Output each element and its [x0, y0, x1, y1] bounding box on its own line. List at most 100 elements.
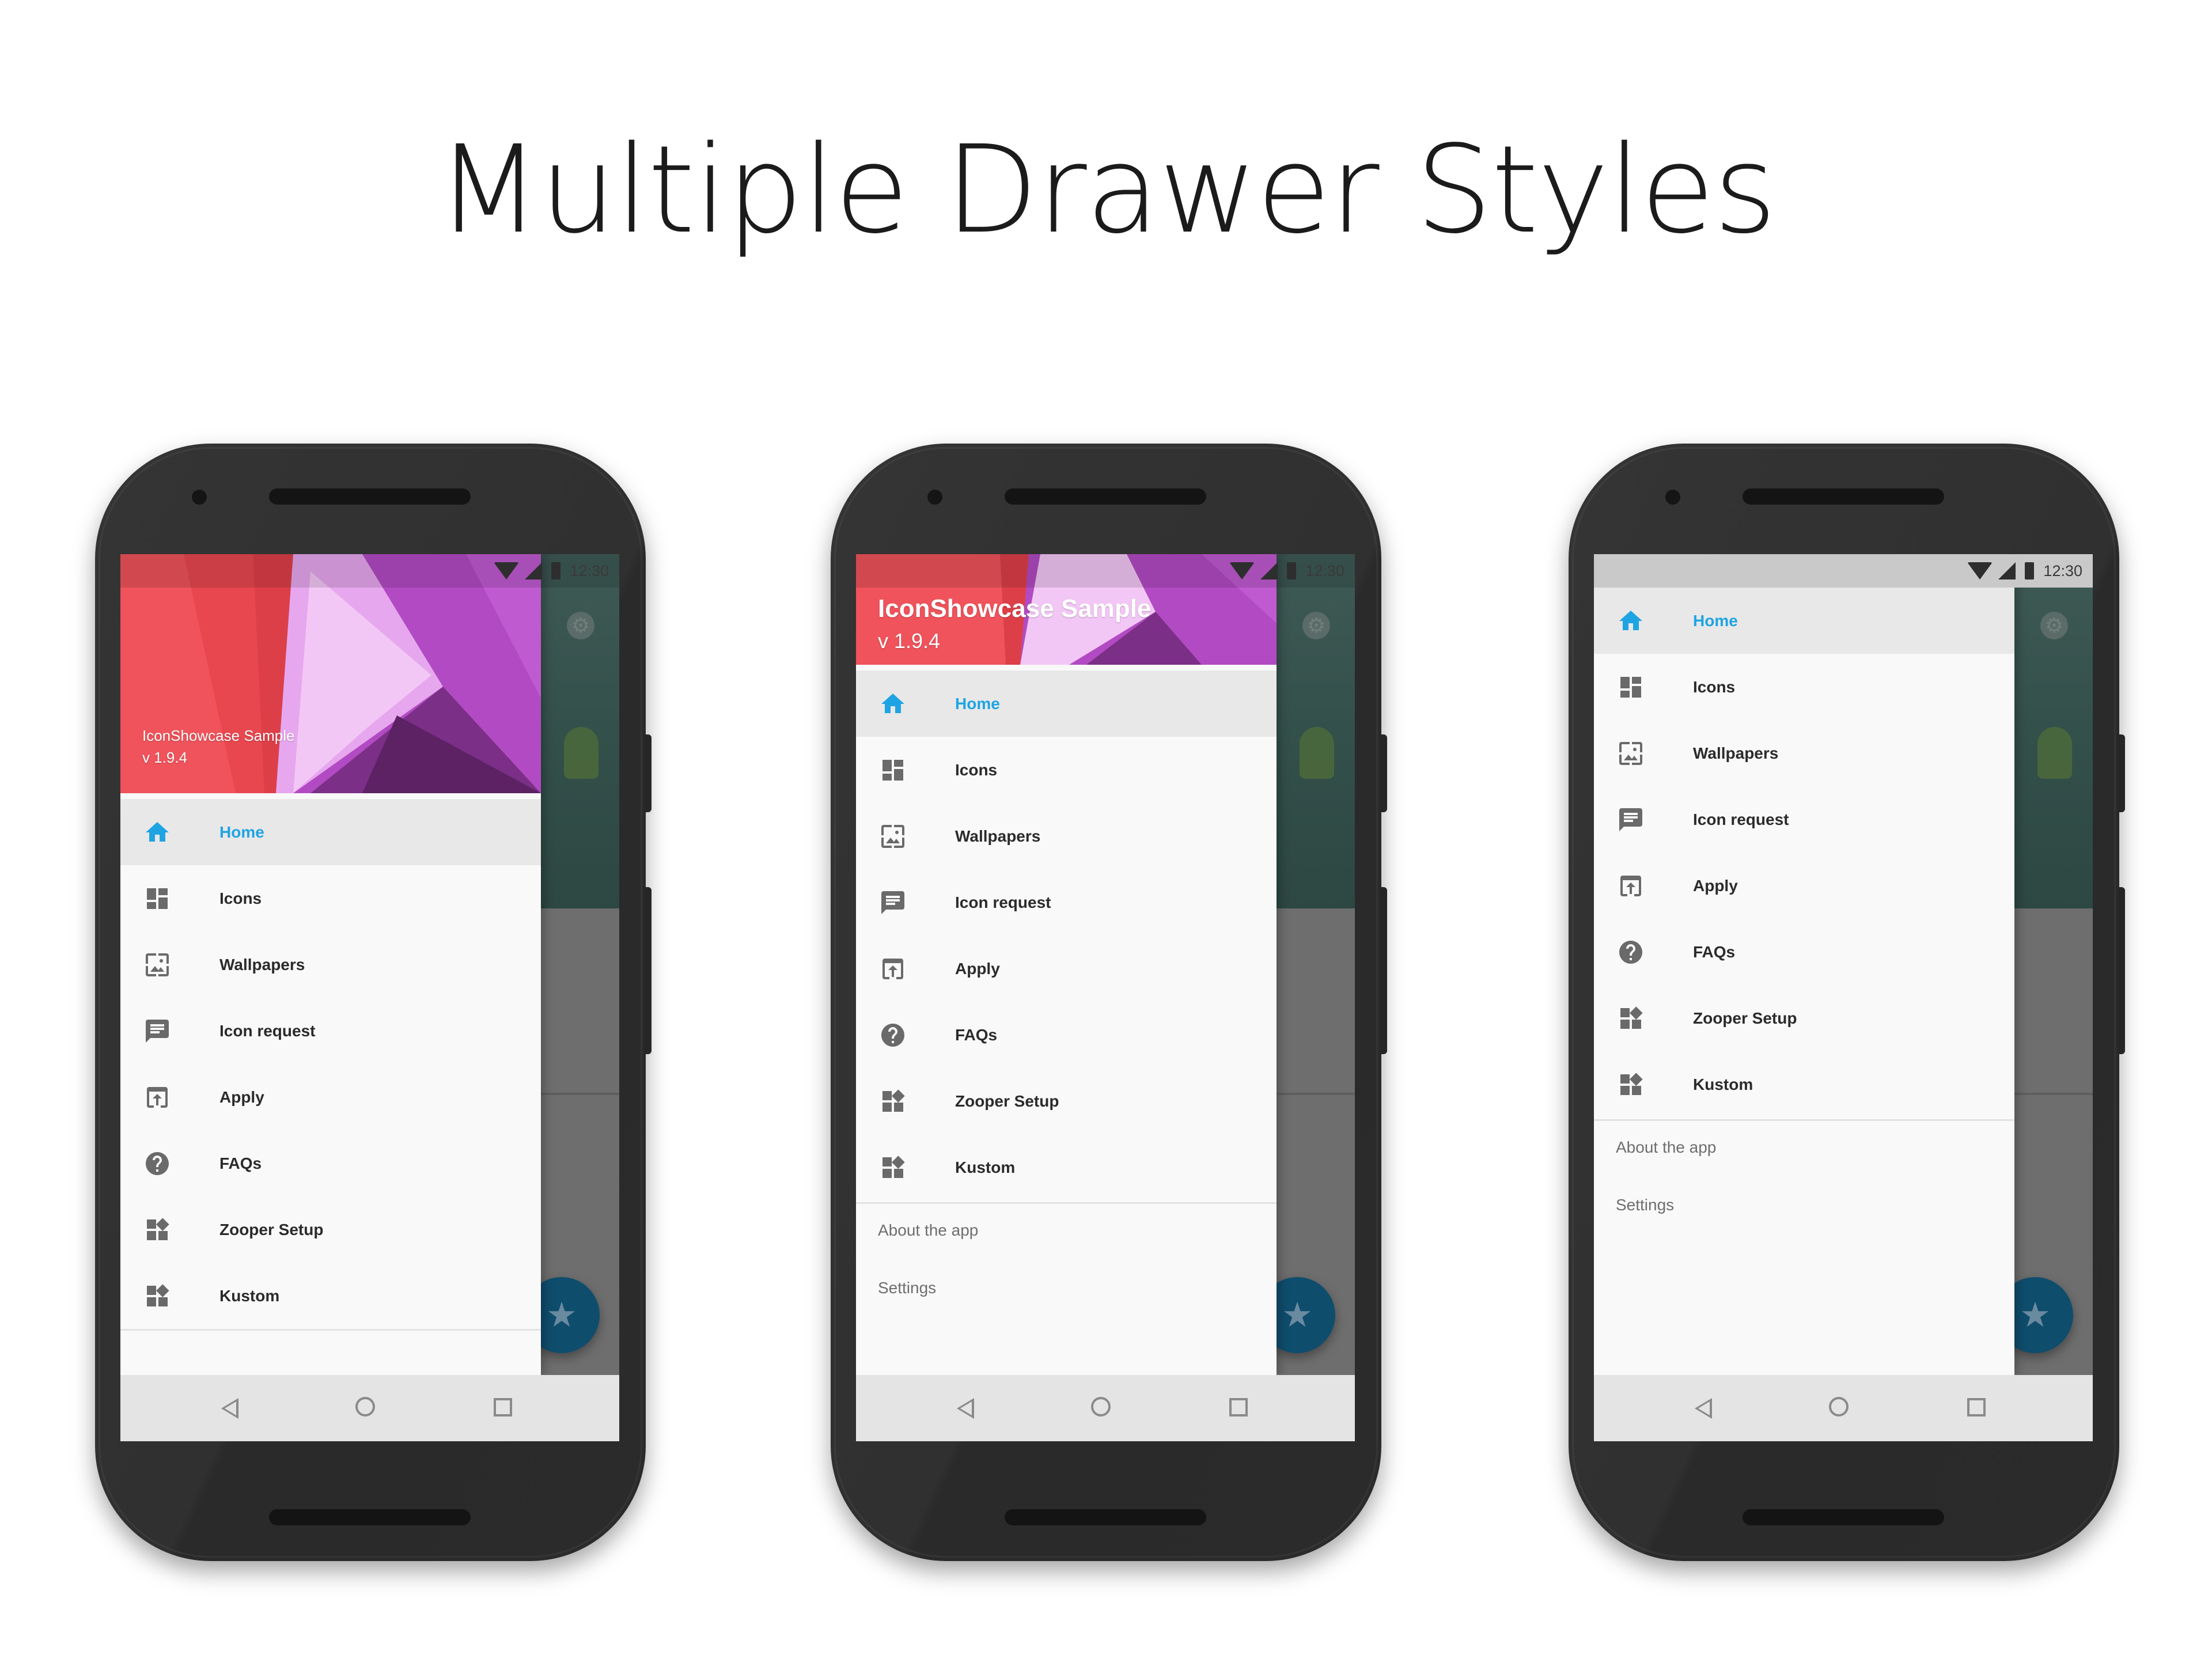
- settings-icon[interactable]: ⚙: [1302, 612, 1330, 639]
- menu-item-kustom[interactable]: Kustom: [1594, 1051, 2014, 1118]
- home-circle-icon[interactable]: [355, 1397, 375, 1416]
- power-button: [645, 734, 652, 812]
- status-clock: 12:30: [2043, 562, 2082, 579]
- menu-label-about: About the app: [878, 1221, 979, 1239]
- wallpaper-icon: [1619, 742, 1642, 765]
- menu-label-faqs: FAQs: [955, 1025, 998, 1044]
- comment-icon: [1619, 808, 1642, 831]
- menu-item-about[interactable]: About the app: [1594, 1121, 2014, 1179]
- menu-item-zooper-setup[interactable]: Zooper Setup: [1594, 985, 2014, 1051]
- home-circle-icon[interactable]: [1829, 1397, 1849, 1416]
- status-clock: 12:30: [570, 562, 609, 579]
- app-version: v 1.9.4: [142, 749, 188, 766]
- back-icon[interactable]: [1695, 1398, 1712, 1419]
- menu-label-icons: Icons: [219, 889, 262, 907]
- menu-item-faqs[interactable]: FAQs: [1594, 919, 2014, 985]
- menu-divider: [120, 1329, 541, 1331]
- menu-item-icon-request[interactable]: Icon request: [1594, 786, 2014, 853]
- menu-label-settings: Settings: [1616, 1196, 1675, 1214]
- menu-label-home: Home: [219, 823, 264, 841]
- menu-item-wallpapers[interactable]: Wallpapers: [1594, 720, 2014, 786]
- back-icon[interactable]: [221, 1398, 238, 1419]
- widgets-icon: [1620, 1073, 1643, 1095]
- comment-icon: [881, 891, 904, 914]
- settings-icon[interactable]: ⚙: [567, 612, 594, 639]
- app-name: IconShowcase Sample: [142, 727, 295, 744]
- menu-label-apply: Apply: [1693, 876, 1738, 895]
- menu-label-icons: Icons: [955, 760, 998, 779]
- recents-icon[interactable]: [1229, 1398, 1248, 1416]
- menu-item-apply[interactable]: Apply: [1594, 853, 2014, 919]
- recents-icon[interactable]: [494, 1398, 512, 1416]
- menu-item-icons[interactable]: Icons: [856, 737, 1277, 803]
- menu-item-apply[interactable]: Apply: [856, 935, 1277, 1002]
- bottom-speaker: [1743, 1509, 1944, 1525]
- bottom-speaker: [269, 1509, 471, 1525]
- widgets-icon: [1620, 1006, 1643, 1029]
- menu-item-icon-request[interactable]: Icon request: [120, 998, 541, 1064]
- menu-item-home[interactable]: Home: [856, 671, 1277, 737]
- widgets-icon: [147, 1284, 169, 1306]
- menu-item-wallpapers[interactable]: Wallpapers: [856, 803, 1277, 869]
- menu-item-home[interactable]: Home: [120, 799, 541, 865]
- menu-label-wallpapers: Wallpapers: [1693, 744, 1779, 762]
- promo-page: Multiple Drawer Styles ⚙ ★ 12:30 IconSho…: [0, 0, 2212, 1659]
- menu-item-icons[interactable]: Icons: [120, 865, 541, 931]
- phone-large-header: ⚙ ★ 12:30 IconShowcase Sample v 1.9.4 Ho…: [95, 444, 652, 1561]
- menu-label-kustom: Kustom: [1693, 1075, 1753, 1093]
- widgets-icon: [882, 1089, 905, 1112]
- menu-item-apply[interactable]: Apply: [120, 1064, 541, 1130]
- menu-label-apply: Apply: [955, 959, 1000, 978]
- wallpaper-icon: [881, 825, 904, 848]
- back-icon[interactable]: [957, 1398, 974, 1419]
- phone-compact-header: ⚙ ★ 12:30 IconShowcase Sample v 1.9.4 Ho…: [831, 444, 1387, 1561]
- menu-item-icons[interactable]: Icons: [1594, 654, 2014, 720]
- menu-item-faqs[interactable]: FAQs: [120, 1130, 541, 1196]
- navigation-drawer[interactable]: Home Icons Wallpapers Icon request Apply…: [1594, 554, 2014, 1375]
- apply-icon: [1620, 876, 1641, 896]
- android-icon: [1300, 727, 1334, 779]
- menu-label-faqs: FAQs: [219, 1154, 262, 1172]
- menu-item-home[interactable]: Home: [1594, 588, 2014, 654]
- android-icon: [564, 727, 599, 779]
- front-camera: [927, 490, 942, 505]
- status-clock: 12:30: [1305, 562, 1344, 579]
- help-icon: [1619, 941, 1642, 964]
- menu-label-zooper-setup: Zooper Setup: [219, 1220, 324, 1238]
- top-speaker: [1743, 488, 1944, 505]
- menu-item-kustom[interactable]: Kustom: [856, 1134, 1277, 1200]
- menu-item-faqs[interactable]: FAQs: [856, 1002, 1277, 1068]
- help-icon: [146, 1152, 169, 1175]
- drawer-header: IconShowcase Sample v 1.9.4: [120, 554, 541, 793]
- phone-no-header: ⚙ ★ 12:30 Home Icons Wallpapers Icon req…: [1569, 444, 2125, 1561]
- menu-label-home: Home: [1693, 611, 1738, 630]
- navigation-drawer[interactable]: IconShowcase Sample v 1.9.4 Home Icons W…: [856, 554, 1277, 1375]
- top-speaker: [1005, 488, 1206, 505]
- menu-item-about[interactable]: About the app: [856, 1204, 1277, 1262]
- settings-icon[interactable]: ⚙: [2040, 612, 2068, 639]
- status-bar: 12:30: [856, 554, 1355, 588]
- menu-label-about: About the app: [1616, 1138, 1717, 1156]
- menu-label-icon-request: Icon request: [955, 893, 1051, 911]
- home-icon: [881, 694, 904, 713]
- comment-icon: [146, 1020, 169, 1043]
- recents-icon[interactable]: [1967, 1398, 1986, 1416]
- menu-item-zooper-setup[interactable]: Zooper Setup: [120, 1196, 541, 1263]
- navigation-drawer[interactable]: IconShowcase Sample v 1.9.4 Home Icons W…: [120, 554, 541, 1375]
- menu-item-settings[interactable]: Settings: [856, 1262, 1277, 1319]
- signal-icon: [1260, 562, 1278, 579]
- signal-icon: [1998, 562, 2016, 579]
- menu-item-wallpapers[interactable]: Wallpapers: [120, 931, 541, 998]
- navigation-bar: [856, 1375, 1355, 1441]
- menu-item-icon-request[interactable]: Icon request: [856, 869, 1277, 935]
- menu-label-zooper-setup: Zooper Setup: [1693, 1009, 1797, 1027]
- menu-item-settings[interactable]: Settings: [1594, 1179, 2014, 1236]
- menu-item-kustom[interactable]: Kustom: [120, 1263, 541, 1329]
- power-button: [2118, 734, 2125, 812]
- screen: ⚙ ★ 12:30 IconShowcase Sample v 1.9.4 Ho…: [120, 554, 619, 1441]
- android-icon: [2037, 727, 2072, 779]
- wifi-icon: [1229, 562, 1255, 579]
- power-button: [1380, 734, 1387, 812]
- home-circle-icon[interactable]: [1091, 1397, 1111, 1416]
- menu-item-zooper-setup[interactable]: Zooper Setup: [856, 1068, 1277, 1134]
